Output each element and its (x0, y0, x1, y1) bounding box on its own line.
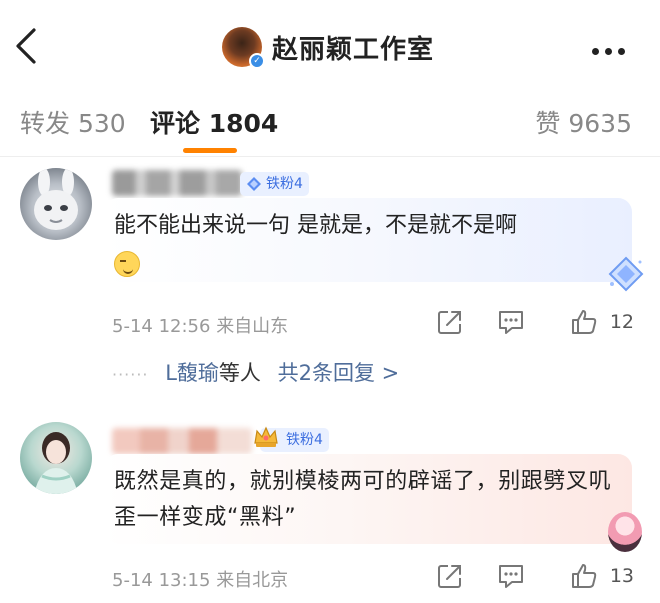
girl-avatar-icon (34, 432, 78, 494)
account-avatar[interactable]: ✓ (222, 27, 265, 69)
more-dots-icon (605, 48, 612, 55)
diamond-icon (247, 177, 261, 191)
reply-author-name: L馥瑜 (165, 361, 219, 385)
tab-repost-label: 转发 (20, 109, 71, 138)
more-options-button[interactable] (592, 40, 634, 55)
comment-location: 来自山东 (216, 316, 289, 337)
comment-meta: 5-14 13:15 来自北京 (112, 566, 288, 592)
tab-repost[interactable]: 转发 530 (20, 104, 126, 140)
like-count: 13 (609, 565, 634, 587)
divider (0, 156, 660, 157)
page-title: 赵丽颖工作室 (272, 34, 435, 65)
comment-text: 能不能出来说一句 是就是，不是就不是啊 (114, 208, 616, 280)
comment-icon (499, 565, 523, 588)
reply-button[interactable] (496, 308, 526, 338)
chevron-left-icon (16, 28, 36, 64)
tab-bar: 转发 530 评论 1804 赞 9635 (0, 96, 660, 154)
fan-level-badge[interactable]: 铁粉4 (240, 172, 309, 196)
dots-decoration: ······ (112, 364, 149, 384)
like-button[interactable]: 13 (570, 562, 634, 592)
comment-item: 铁粉4 既然是真的，就别模棱两可的辟谣了，别跟劈叉叽歪一样变成“黑料” 5-14… (0, 418, 660, 603)
comment-location: 来自北京 (216, 570, 289, 591)
page-title-group[interactable]: ✓ 赵丽颖工作室 (222, 24, 434, 70)
smirk-emoji-icon (114, 251, 140, 277)
comment-date: 5-14 12:56 (112, 316, 211, 337)
reply-count-text: 共2条回复 > (277, 361, 400, 385)
active-tab-indicator (183, 148, 237, 153)
tab-likes-label: 赞 (535, 109, 561, 138)
like-button[interactable]: 12 (570, 308, 634, 338)
share-icon (438, 565, 461, 588)
tab-repost-count: 530 (77, 109, 126, 138)
share-button[interactable] (436, 562, 464, 592)
crown-icon (254, 426, 278, 447)
comment-bubble: 能不能出来说一句 是就是，不是就不是啊 (104, 198, 632, 282)
like-count: 12 (609, 311, 634, 333)
share-icon (438, 311, 461, 334)
anime-character-decoration (608, 512, 642, 552)
comment-text-content: 能不能出来说一句 是就是，不是就不是啊 (114, 213, 517, 238)
top-bar: ✓ 赵丽颖工作室 (0, 0, 660, 92)
comment-icon (499, 311, 523, 334)
username-blurred[interactable] (112, 428, 252, 454)
tab-likes[interactable]: 赞 9635 (535, 104, 632, 140)
comment-item: 铁粉4 能不能出来说一句 是就是，不是就不是啊 5-14 12:56 来自山东 (0, 162, 660, 352)
back-button[interactable] (12, 26, 42, 66)
comment-bubble: 既然是真的，就别模棱两可的辟谣了，别跟劈叉叽歪一样变成“黑料” (104, 454, 632, 544)
comment-date: 5-14 13:15 (112, 570, 211, 591)
tab-comments-count: 1804 (208, 109, 279, 138)
user-avatar[interactable] (20, 168, 92, 240)
reply-author-suffix: 等人 (218, 361, 261, 385)
share-button[interactable] (436, 308, 464, 338)
comment-meta: 5-14 12:56 来自山东 (112, 312, 288, 338)
more-dots-icon (618, 48, 625, 55)
reply-button[interactable] (496, 562, 526, 592)
username-blurred[interactable] (112, 170, 242, 196)
more-dots-icon (592, 48, 599, 55)
tab-comments[interactable]: 评论 1804 (150, 104, 278, 140)
view-replies-link[interactable]: ······ L馥瑜等人 共2条回复 > (112, 357, 399, 387)
user-avatar[interactable] (20, 422, 92, 494)
thumbs-up-icon (572, 310, 597, 334)
bunny-avatar-icon (34, 168, 78, 230)
tab-comments-label: 评论 (150, 109, 201, 138)
comment-text: 既然是真的，就别模棱两可的辟谣了，别跟劈叉叽歪一样变成“黑料” (114, 469, 612, 530)
diamond-decoration-icon (608, 256, 644, 292)
thumbs-up-icon (572, 564, 597, 588)
fan-level-label: 铁粉4 (286, 432, 323, 448)
fan-level-label: 铁粉4 (266, 176, 303, 192)
tab-likes-count: 9635 (568, 109, 632, 138)
verified-badge-icon: ✓ (249, 53, 265, 69)
fan-level-badge[interactable]: 铁粉4 (254, 426, 329, 452)
